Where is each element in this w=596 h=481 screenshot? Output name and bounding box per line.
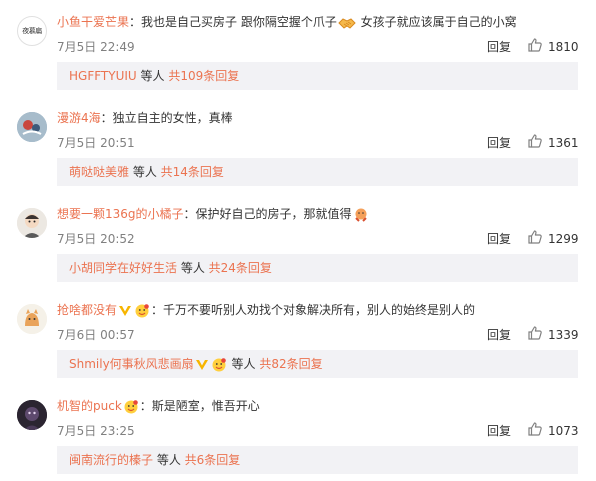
like-button[interactable]: 1361: [527, 132, 579, 154]
sub-reply-users[interactable]: Shmily何事秋风悲画扇: [69, 357, 194, 371]
avatar[interactable]: [17, 304, 47, 334]
like-button[interactable]: 1810: [527, 36, 579, 58]
like-count: 1361: [548, 136, 579, 150]
comment-timestamp: 7月5日 22:49: [57, 40, 135, 54]
sub-reply-joiner: 等人: [153, 453, 185, 467]
reply-button[interactable]: 回复: [487, 230, 511, 248]
comment-text-continued: 女孩子就应该属于自己的小窝: [356, 15, 517, 29]
sub-reply-count[interactable]: 共82条回复: [259, 357, 322, 371]
comment-username[interactable]: 机智的puck: [57, 399, 122, 413]
sub-reply-count[interactable]: 共14条回复: [161, 165, 224, 179]
sub-reply-count[interactable]: 共109条回复: [168, 69, 239, 83]
like-button[interactable]: 1299: [527, 228, 579, 250]
comment-separator: ：: [100, 111, 113, 125]
comment-item: 机智的puck ：斯是陋室，惟吾开心 7月5日 23:25 回复 1073 闽南流…: [0, 384, 596, 478]
avatar[interactable]: [17, 112, 47, 142]
comment-separator: ：: [151, 303, 164, 317]
reply-button[interactable]: 回复: [487, 326, 511, 344]
thumbs-up-icon: [527, 133, 543, 153]
comment-line: 想要一颗136g的小橘子：保护好自己的房子，那就值得: [57, 204, 577, 224]
verified-v-icon: [195, 358, 209, 372]
sub-replies-bar[interactable]: 闽南流行的榛子 等人 共6条回复: [57, 446, 578, 474]
like-count: 1810: [548, 40, 579, 54]
comment-item: 漫游4海：独立自主的女性，真棒 7月5日 20:51 回复 1361 萌哒哒美雅…: [0, 96, 596, 190]
comment-separator: ：: [129, 15, 142, 29]
comment-line: 抢啥都没有 ：千万不要听别人劝找个对象解决所有，别人的始终是别人的: [57, 300, 577, 320]
sub-reply-joiner: 等人: [177, 261, 209, 275]
fan-badge-icon: [211, 357, 227, 373]
sub-reply-joiner: 等人: [136, 69, 169, 83]
thumbs-up-icon: [527, 325, 543, 345]
comment-text: 保护好自己的房子，那就值得: [195, 207, 352, 221]
comment-timestamp: 7月5日 20:52: [57, 232, 135, 246]
sub-reply-count[interactable]: 共24条回复: [209, 261, 272, 275]
comment-timestamp: 7月5日 23:25: [57, 424, 135, 438]
thumbs-up-icon: [527, 421, 543, 441]
comment-item: 想要一颗136g的小橘子：保护好自己的房子，那就值得 7月5日 20:52 回复…: [0, 192, 596, 286]
avatar[interactable]: [17, 400, 47, 430]
comment-username[interactable]: 漫游4海: [57, 111, 101, 125]
like-count: 1339: [548, 328, 579, 342]
comment-line: 漫游4海：独立自主的女性，真棒: [57, 108, 577, 128]
sub-replies-bar[interactable]: 小胡同学在好好生活 等人 共24条回复: [57, 254, 578, 282]
comment-text: 斯是陋室，惟吾开心: [151, 399, 260, 413]
comment-line: 小鱼干爱芒果：我也是自己买房子 跟你隔空握个爪子 女孩子就应该属于自己的小窝: [57, 12, 577, 32]
comment-timestamp: 7月5日 20:51: [57, 136, 135, 150]
comment-item: 夜慕扁 小鱼干爱芒果：我也是自己买房子 跟你隔空握个爪子 女孩子就应该属于自己的…: [0, 0, 596, 94]
avatar[interactable]: 夜慕扁: [17, 16, 47, 46]
reply-button[interactable]: 回复: [487, 134, 511, 152]
sub-replies-bar[interactable]: 萌哒哒美雅 等人 共14条回复: [57, 158, 578, 186]
sub-reply-users[interactable]: 萌哒哒美雅: [69, 165, 129, 179]
comment-timestamp: 7月6日 00:57: [57, 328, 135, 342]
comment-separator: ：: [183, 207, 196, 221]
sub-replies-bar[interactable]: HGFFTYUIU 等人 共109条回复: [57, 62, 578, 90]
reply-button[interactable]: 回复: [487, 38, 511, 56]
sub-reply-joiner: 等人: [227, 357, 260, 371]
comment-item: 抢啥都没有 ：千万不要听别人劝找个对象解决所有，别人的始终是别人的 7月6日 00…: [0, 288, 596, 382]
hugging-emoji-icon: [353, 207, 369, 223]
sub-reply-users[interactable]: HGFFTYUIU: [69, 69, 137, 83]
sub-reply-users[interactable]: 闽南流行的榛子: [69, 453, 153, 467]
thumbs-up-icon: [527, 37, 543, 57]
reply-button[interactable]: 回复: [487, 422, 511, 440]
sub-replies-bar[interactable]: Shmily何事秋风悲画扇 等人 共82条回复: [57, 350, 578, 378]
avatar-logo-text: 夜慕扁: [22, 27, 42, 35]
fan-badge-icon: [134, 303, 150, 319]
comment-separator: ：: [139, 399, 152, 413]
sub-reply-users[interactable]: 小胡同学在好好生活: [69, 261, 177, 275]
thumbs-up-icon: [527, 229, 543, 249]
comment-text: 千万不要听别人劝找个对象解决所有，别人的始终是别人的: [163, 303, 476, 317]
avatar[interactable]: [17, 208, 47, 238]
comment-username[interactable]: 抢啥都没有: [57, 303, 117, 317]
like-button[interactable]: 1339: [527, 324, 579, 346]
like-count: 1299: [548, 232, 579, 246]
comment-line: 机智的puck ：斯是陋室，惟吾开心: [57, 396, 577, 416]
handshake-emoji-icon: [338, 15, 356, 31]
comment-text: 独立自主的女性，真棒: [112, 111, 233, 125]
verified-v-icon: [118, 304, 132, 318]
sub-reply-count[interactable]: 共6条回复: [185, 453, 241, 467]
fan-badge-icon: [123, 399, 139, 415]
comment-text: 我也是自己买房子 跟你隔空握个爪子: [141, 15, 337, 29]
comment-username[interactable]: 小鱼干爱芒果: [57, 15, 129, 29]
like-button[interactable]: 1073: [527, 420, 579, 442]
like-count: 1073: [548, 424, 579, 438]
comment-username[interactable]: 想要一颗136g的小橘子: [57, 207, 184, 221]
sub-reply-joiner: 等人: [129, 165, 161, 179]
